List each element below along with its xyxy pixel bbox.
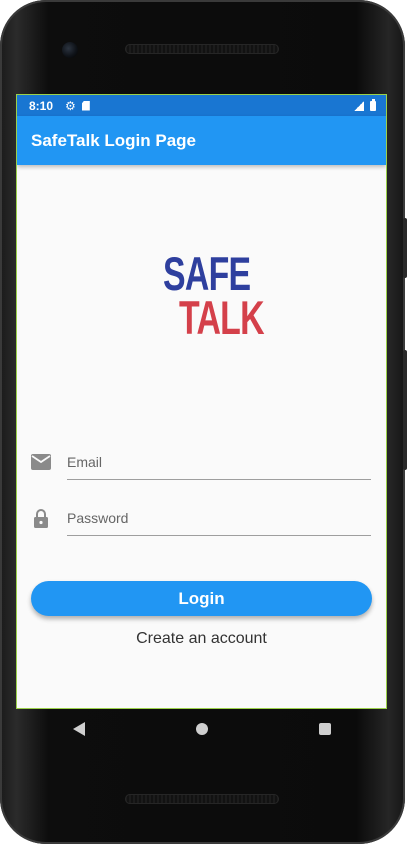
app-screen: 8:10 ⚙ SafeTalk Login Page SAFE TALK Ema… bbox=[16, 94, 387, 709]
safetalk-logo: SAFE TALK bbox=[163, 247, 265, 350]
power-button bbox=[403, 350, 407, 470]
recent-apps-icon[interactable] bbox=[318, 723, 331, 735]
email-field-row bbox=[31, 444, 372, 484]
status-bar: 8:10 ⚙ bbox=[17, 95, 386, 116]
signal-icon bbox=[354, 100, 364, 111]
lock-icon bbox=[31, 508, 51, 528]
login-button[interactable]: Login bbox=[31, 581, 372, 616]
home-icon[interactable] bbox=[195, 723, 208, 735]
page-title: SafeTalk Login Page bbox=[31, 130, 197, 150]
status-time: 8:10 bbox=[29, 98, 54, 113]
bottom-speaker bbox=[125, 794, 279, 804]
gear-icon: ⚙ bbox=[65, 98, 76, 113]
password-input[interactable] bbox=[67, 500, 371, 536]
password-field-row bbox=[31, 500, 372, 540]
phone-frame: 8:10 ⚙ SafeTalk Login Page SAFE TALK Ema… bbox=[0, 0, 407, 844]
back-icon[interactable] bbox=[72, 722, 85, 736]
sd-card-icon bbox=[81, 100, 90, 111]
logo-line-talk: TALK bbox=[179, 291, 265, 344]
create-account-link[interactable]: Create an account bbox=[17, 630, 386, 648]
earpiece-speaker bbox=[125, 44, 279, 54]
app-bar: SafeTalk Login Page bbox=[17, 116, 386, 165]
logo-line-safe: SAFE bbox=[163, 247, 251, 300]
email-input[interactable] bbox=[67, 444, 371, 480]
email-icon bbox=[31, 452, 51, 472]
system-nav-bar bbox=[17, 708, 386, 750]
battery-icon bbox=[370, 98, 376, 111]
front-camera bbox=[62, 42, 78, 58]
volume-button bbox=[403, 218, 407, 278]
